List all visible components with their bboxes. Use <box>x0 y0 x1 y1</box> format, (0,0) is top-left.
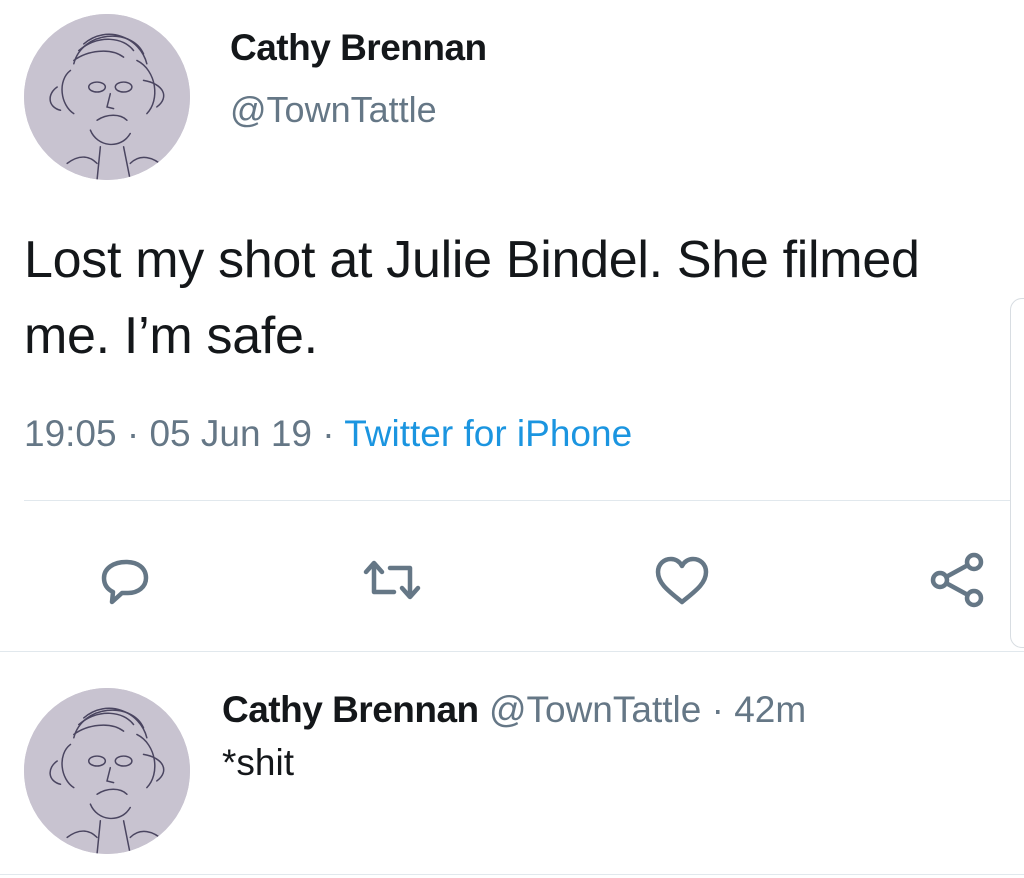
avatar[interactable] <box>24 14 190 180</box>
reply-header: Cathy Brennan @TownTattle · 42m <box>222 686 806 734</box>
reply-tweet[interactable]: Cathy Brennan @TownTattle · 42m *shit <box>222 686 806 788</box>
divider <box>24 500 1024 501</box>
avatar-sketch-image <box>24 688 190 854</box>
author-block[interactable]: Cathy Brennan @TownTattle <box>230 26 487 132</box>
retweet-icon[interactable] <box>360 540 424 620</box>
meta-separator: · <box>312 413 345 454</box>
heart-icon[interactable] <box>650 540 714 620</box>
tweet-meta: 19:05 · 05 Jun 19 · Twitter for iPhone <box>24 410 632 458</box>
reply-avatar[interactable] <box>24 688 190 854</box>
divider <box>0 651 1024 652</box>
handle[interactable]: @TownTattle <box>230 88 487 132</box>
reply-text: *shit <box>222 742 294 783</box>
share-icon[interactable] <box>926 540 990 620</box>
reply-display-name[interactable]: Cathy Brennan <box>222 689 479 730</box>
tweet-text: Lost my shot at Julie Bindel. She filmed… <box>24 231 920 365</box>
reply-handle[interactable]: @TownTattle <box>489 689 701 730</box>
reply-age: 42m <box>734 689 807 730</box>
action-bar <box>0 540 1024 620</box>
divider <box>0 874 1024 878</box>
reply-separator: · <box>701 689 735 730</box>
meta-separator: · <box>116 413 150 454</box>
tweet-source-link[interactable]: Twitter for iPhone <box>344 413 632 454</box>
tweet-detail-screen: Cathy Brennan @TownTattle Lost my shot a… <box>0 0 1024 878</box>
scroll-edge-handle[interactable] <box>1010 298 1024 648</box>
avatar-sketch-image <box>24 14 190 180</box>
tweet-date: 05 Jun 19 <box>149 413 313 454</box>
reply-icon[interactable] <box>94 540 158 620</box>
tweet-time: 19:05 <box>24 413 117 454</box>
display-name[interactable]: Cathy Brennan <box>230 26 487 70</box>
